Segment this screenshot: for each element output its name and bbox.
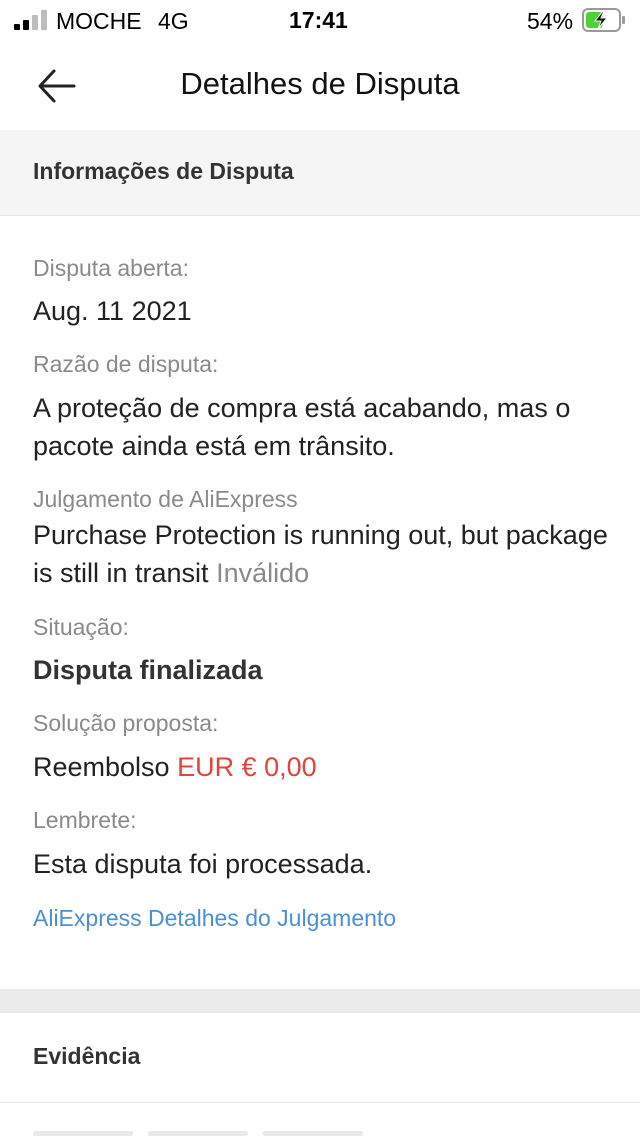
network-type: 4G bbox=[158, 8, 189, 34]
carrier-name: MOCHE bbox=[56, 8, 142, 34]
signal-strength-icon bbox=[14, 10, 48, 30]
reminder-label: Lembrete: bbox=[33, 807, 137, 833]
evidence-thumbnail[interactable] bbox=[33, 1131, 133, 1136]
dispute-details: Disputa aberta: Aug. 11 2021 Razão de di… bbox=[0, 217, 640, 989]
evidence-header: Evidência bbox=[0, 1013, 640, 1103]
clock: 17:41 bbox=[289, 7, 348, 33]
opened-value: Aug. 11 2021 bbox=[33, 296, 192, 326]
reason-label: Razão de disputa: bbox=[33, 351, 219, 377]
evidence-thumbnail[interactable] bbox=[148, 1131, 248, 1136]
dispute-info-header: Informações de Disputa bbox=[0, 130, 640, 216]
reason-value: A proteção de compra está acabando, mas … bbox=[33, 393, 571, 461]
evidence-thumbnail[interactable] bbox=[263, 1131, 363, 1136]
reminder-value: Esta disputa foi processada. bbox=[33, 849, 373, 879]
solution-label: Solução proposta: bbox=[33, 710, 219, 736]
solution-value: Reembolso EUR € 0,00 bbox=[33, 748, 613, 786]
judgment-status: Inválido bbox=[216, 558, 310, 588]
evidence-thumbnails bbox=[0, 1103, 640, 1136]
judgment-value: Purchase Protection is running out, but … bbox=[33, 516, 613, 592]
opened-label: Disputa aberta: bbox=[33, 255, 189, 281]
section-title: Informações de Disputa bbox=[33, 158, 294, 184]
battery-charging-icon bbox=[582, 8, 625, 32]
evidence-title: Evidência bbox=[33, 1043, 141, 1069]
judgment-label: Julgamento de AliExpress bbox=[33, 486, 298, 512]
judgment-text: Purchase Protection is running out, but … bbox=[33, 520, 608, 588]
situation-value: Disputa finalizada bbox=[33, 655, 263, 685]
judgment-details-link[interactable]: AliExpress Detalhes do Julgamento bbox=[33, 905, 396, 932]
section-divider bbox=[0, 989, 640, 1013]
refund-amount: EUR € 0,00 bbox=[177, 752, 317, 782]
status-bar: MOCHE 4G 17:41 54% bbox=[0, 0, 640, 42]
nav-bar: Detalhes de Disputa bbox=[0, 42, 640, 130]
situation-label: Situação: bbox=[33, 614, 129, 640]
solution-type: Reembolso bbox=[33, 752, 170, 782]
battery-percentage: 54% bbox=[527, 8, 574, 34]
page-title: Detalhes de Disputa bbox=[180, 66, 460, 101]
